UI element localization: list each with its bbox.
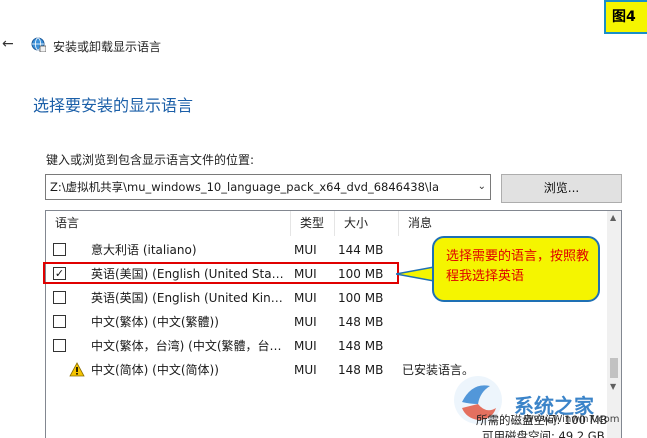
vertical-scrollbar[interactable]: ▲ ▼ [607,211,621,438]
column-header-type[interactable]: 类型 [291,211,335,236]
instruction-callout: 选择需要的语言，按照教程我选择英语 [432,236,600,302]
callout-pointer-arrow-icon [396,266,435,282]
language-type: MUI [294,315,317,329]
column-header-size[interactable]: 大小 [335,211,399,236]
selection-highlight-box [43,262,399,284]
row-checkbox[interactable] [53,291,66,304]
available-disk-space: 可用磁盘空间: 49.2 GB [482,429,605,438]
language-size: 148 MB [338,339,384,353]
language-name: 中文(繁体，台湾) (中文(繁體，台灣)) [91,339,284,353]
required-disk-space: 所需的磁盘空间: 100 MB [476,413,608,427]
language-type: MUI [294,363,317,377]
language-type: MUI [294,339,317,353]
language-size: 148 MB [338,315,384,329]
language-name: 意大利语 (italiano) [91,243,197,257]
chevron-down-icon[interactable]: ⌄ [478,175,486,199]
language-name: 英语(英国) (English (United Kingdom)) [91,291,284,305]
column-header-message[interactable]: 消息 [399,211,607,236]
language-settings-icon [31,37,46,52]
language-size: 144 MB [338,243,384,257]
page-heading: 选择要安装的显示语言 [33,96,194,115]
scroll-up-icon[interactable]: ▲ [610,213,616,222]
back-arrow-icon[interactable]: ← [2,36,16,52]
figure-badge: 图4 [604,0,647,34]
language-name: 中文(简体) (中文(简体)) [91,363,219,377]
language-type: MUI [294,243,317,257]
language-name: 中文(繁体) (中文(繁體)) [91,315,219,329]
list-item[interactable]: 中文(简体) (中文(简体)) MUI 148 MB 已安装语言。 [46,358,607,382]
row-checkbox[interactable] [53,339,66,352]
window-title: 安装或卸载显示语言 [53,40,162,54]
warning-icon [69,362,85,377]
language-size: 148 MB [338,363,384,377]
row-checkbox[interactable] [53,315,66,328]
language-type: MUI [294,291,317,305]
language-size: 100 MB [338,291,384,305]
column-header-language[interactable]: 语言 [46,211,291,236]
path-label: 键入或浏览到包含显示语言文件的位置: [46,153,255,167]
list-header: 语言 类型 大小 消息 [46,211,607,236]
list-item[interactable]: 中文(繁体，台湾) (中文(繁體，台灣)) MUI 148 MB [46,334,607,358]
path-combobox[interactable]: Z:\虚拟机共享\mu_windows_10_language_pack_x64… [45,174,491,200]
row-checkbox[interactable] [53,243,66,256]
browse-button[interactable]: 浏览... [501,174,622,203]
scrollbar-thumb[interactable] [610,358,618,378]
list-item[interactable]: 中文(繁体) (中文(繁體)) MUI 148 MB [46,310,607,334]
scroll-down-icon[interactable]: ▼ [610,382,616,391]
path-value: Z:\虚拟机共享\mu_windows_10_language_pack_x64… [50,180,440,194]
